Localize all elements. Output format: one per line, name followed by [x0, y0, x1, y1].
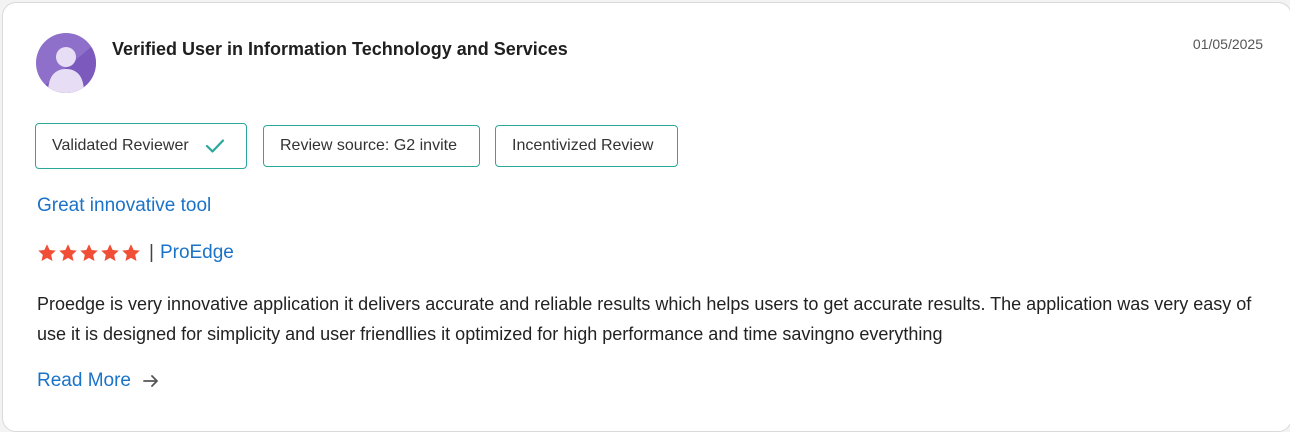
star-icon — [80, 244, 98, 261]
star-icon — [122, 244, 140, 261]
arrow-right-icon — [143, 374, 159, 388]
read-more-link[interactable]: Read More — [37, 370, 159, 392]
badge-label: Incentivized Review — [512, 137, 654, 154]
review-source-badge: Review source: G2 invite — [263, 125, 480, 167]
rating-row: | ProEdge — [37, 242, 234, 264]
review-title-link[interactable]: Great innovative tool — [37, 195, 211, 217]
star-icon — [59, 244, 77, 261]
check-icon — [205, 138, 225, 154]
badge-label: Review source: G2 invite — [280, 137, 457, 154]
badge-label: Validated Reviewer — [52, 137, 189, 154]
review-body: Proedge is very innovative application i… — [37, 294, 1252, 344]
reviewer-name: Verified User in Information Technology … — [112, 39, 568, 59]
validated-reviewer-badge: Validated Reviewer — [35, 123, 247, 169]
star-icon — [101, 244, 119, 261]
incentivized-review-badge: Incentivized Review — [495, 125, 678, 167]
read-more-label: Read More — [37, 370, 131, 391]
review-card: Verified User in Information Technology … — [2, 2, 1290, 432]
product-link[interactable]: ProEdge — [160, 242, 234, 264]
separator: | — [149, 242, 154, 263]
review-date: 01/05/2025 — [1192, 36, 1263, 52]
star-rating — [37, 243, 141, 263]
star-icon — [38, 244, 56, 261]
user-avatar-icon — [36, 33, 96, 93]
